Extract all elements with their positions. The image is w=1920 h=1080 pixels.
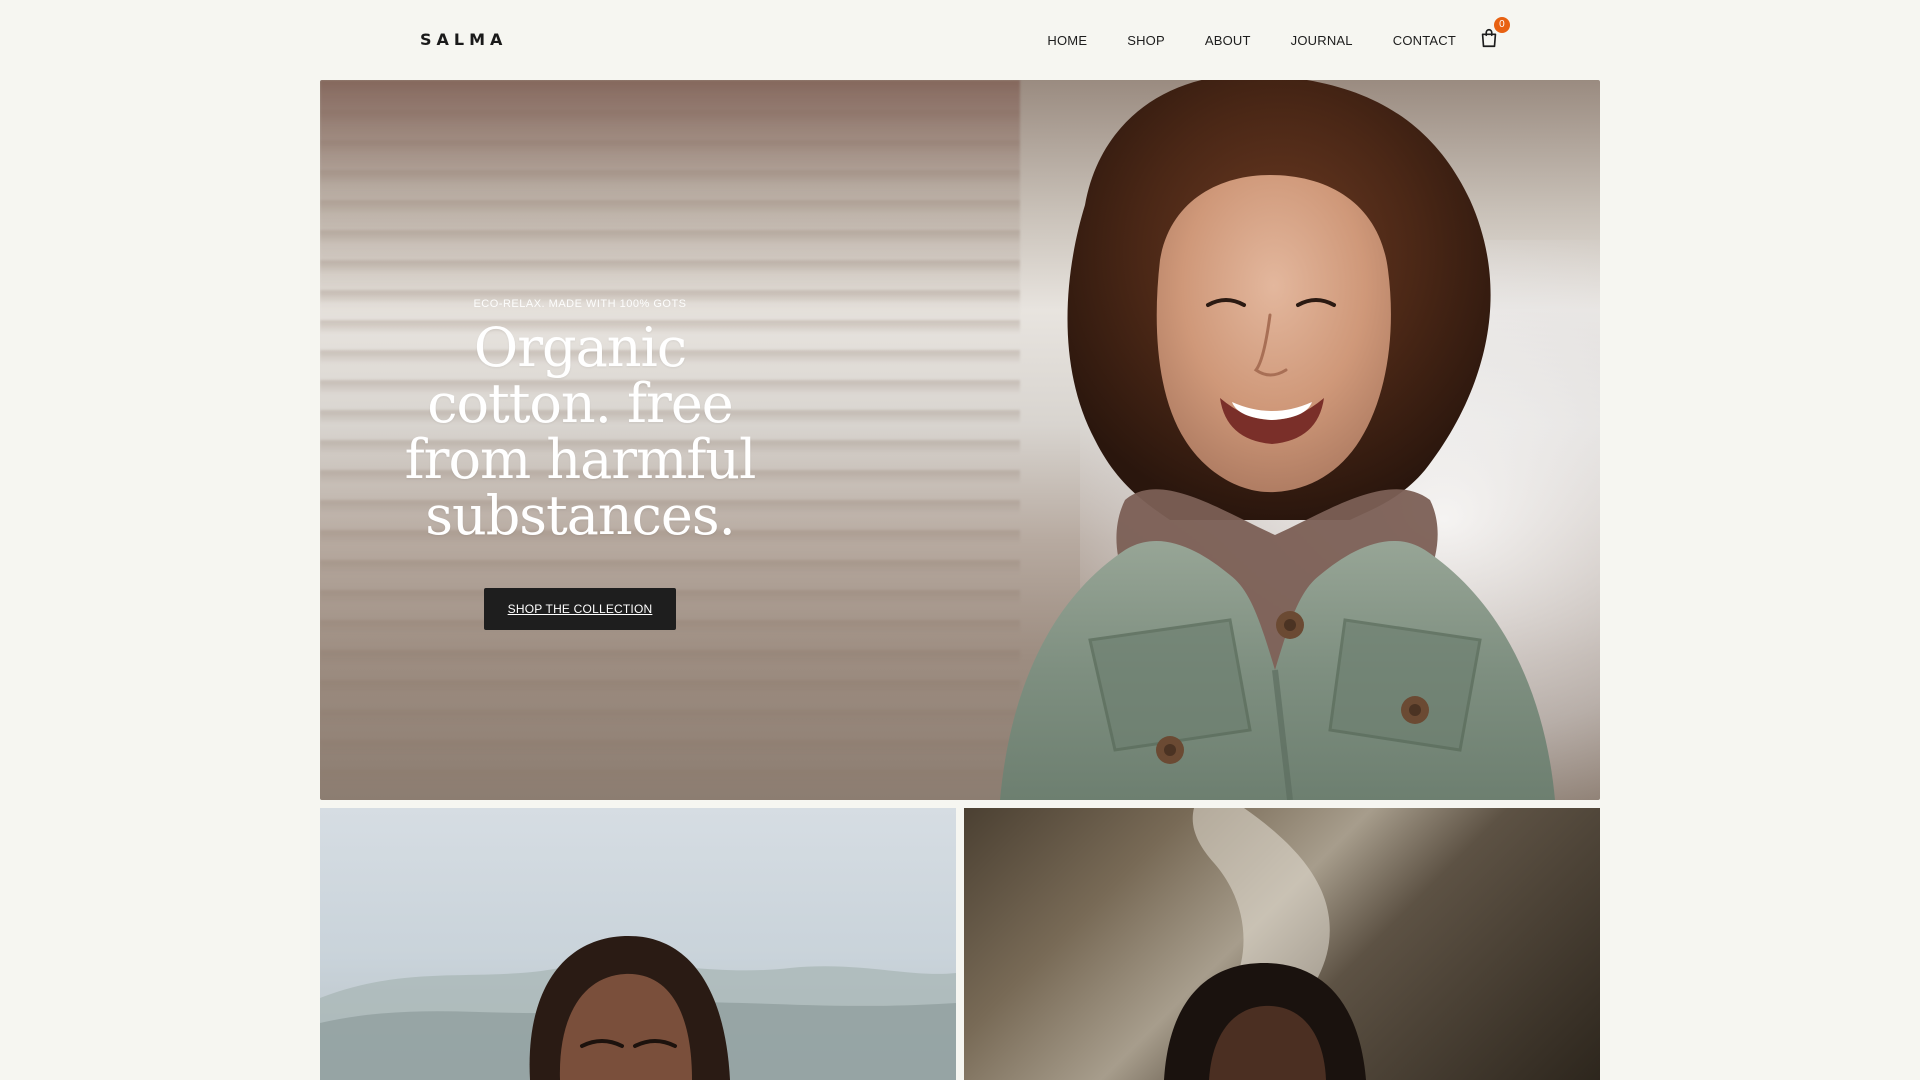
hero-title-line-3: substances. (425, 484, 736, 547)
nav-journal[interactable]: JOURNAL (1291, 33, 1353, 48)
featured-model-image-right (1164, 808, 1366, 1080)
main-nav: HOME SHOP ABOUT JOURNAL CONTACT 0 (1047, 17, 1510, 50)
nav-shop[interactable]: SHOP (1127, 33, 1165, 48)
hero-model-illustration (1000, 80, 1555, 800)
hero-title-line-1: Organic cotton. free (427, 316, 733, 435)
cart-button[interactable]: 0 (1478, 17, 1510, 49)
featured-tile-right[interactable] (964, 808, 1600, 1080)
hero-copy: ECO-RELAX. MADE WITH 100% GOTS Organic c… (380, 298, 780, 630)
hero-model-image (840, 80, 1600, 800)
brand-logo[interactable]: SALMA (420, 30, 507, 49)
site-header: SALMA HOME SHOP ABOUT JOURNAL CONTACT 0 (0, 0, 1920, 80)
nav-home[interactable]: HOME (1047, 33, 1087, 48)
featured-model-image-left (320, 935, 956, 1080)
shop-collection-button[interactable]: SHOP THE COLLECTION (484, 588, 676, 630)
nav-about[interactable]: ABOUT (1205, 33, 1251, 48)
nav-contact[interactable]: CONTACT (1393, 33, 1456, 48)
hero-title-line-2: from harmful (404, 428, 757, 491)
hero-banner: ECO-RELAX. MADE WITH 100% GOTS Organic c… (320, 80, 1600, 800)
cart-count-badge: 0 (1494, 17, 1510, 33)
featured-tile-left[interactable] (320, 808, 956, 1080)
hero-title: Organic cotton. free from harmful substa… (380, 320, 780, 544)
hero-eyebrow: ECO-RELAX. MADE WITH 100% GOTS (473, 298, 687, 310)
